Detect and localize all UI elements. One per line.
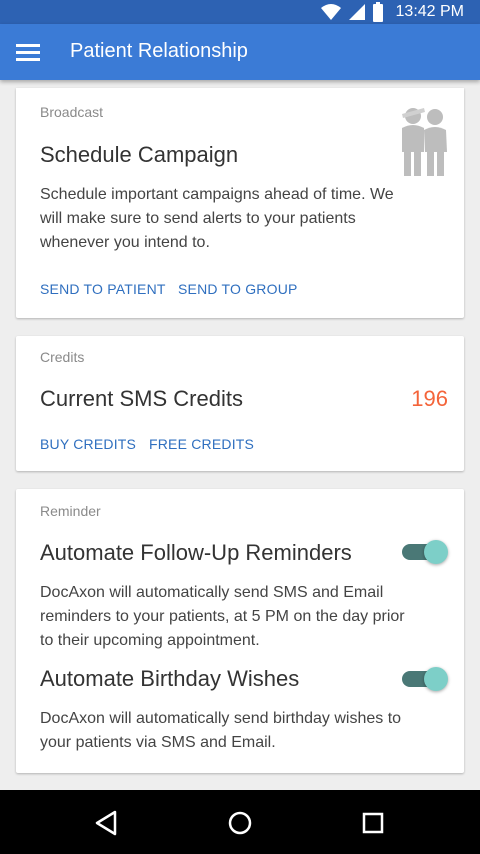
system-navigation-bar <box>0 790 480 854</box>
birthday-wishes-title: Automate Birthday Wishes <box>40 666 300 691</box>
send-to-group-button[interactable]: SEND TO GROUP <box>178 281 298 297</box>
reminder-card: Reminder Automate Follow-Up Reminders Do… <box>16 489 464 773</box>
birthday-wishes-toggle[interactable] <box>402 665 448 693</box>
follow-up-reminders-title: Automate Follow-Up Reminders <box>40 540 352 565</box>
battery-icon <box>373 2 383 22</box>
sms-credits-value: 196 <box>411 386 448 411</box>
menu-icon[interactable] <box>16 40 40 64</box>
home-icon[interactable] <box>225 808 255 838</box>
page-title: Patient Relationship <box>70 40 248 62</box>
app-bar: Patient Relationship <box>0 24 480 80</box>
broadcast-overline: Broadcast <box>40 104 104 120</box>
status-time: 13:42 PM <box>395 3 464 20</box>
status-bar: 13:42 PM <box>0 0 480 24</box>
reminder-overline: Reminder <box>40 503 101 519</box>
status-icons <box>320 2 384 22</box>
broadcast-title: Schedule Campaign <box>40 142 239 167</box>
free-credits-button[interactable]: FREE CREDITS <box>149 436 254 452</box>
toggle-thumb <box>424 667 448 691</box>
people-illustration-icon <box>402 108 447 176</box>
toggle-thumb <box>424 540 448 564</box>
signal-icon <box>349 4 365 20</box>
back-icon[interactable] <box>92 808 122 838</box>
follow-up-reminders-description: DocAxon will automatically send SMS and … <box>40 584 405 649</box>
broadcast-card: Broadcast Schedule Campaign Schedule imp… <box>16 88 464 318</box>
send-to-patient-button[interactable]: SEND TO PATIENT <box>40 281 166 297</box>
follow-up-reminders-toggle[interactable] <box>402 538 448 566</box>
wifi-icon <box>321 4 341 20</box>
broadcast-description: Schedule important campaigns ahead of ti… <box>40 186 394 251</box>
recents-icon[interactable] <box>358 808 388 838</box>
credits-overline: Credits <box>40 349 85 365</box>
birthday-wishes-description: DocAxon will automatically send birthday… <box>40 710 402 751</box>
credits-card: Credits Current SMS Credits 196 BUY CRED… <box>16 336 464 471</box>
credits-title: Current SMS Credits <box>40 386 243 411</box>
buy-credits-button[interactable]: BUY CREDITS <box>40 436 136 452</box>
